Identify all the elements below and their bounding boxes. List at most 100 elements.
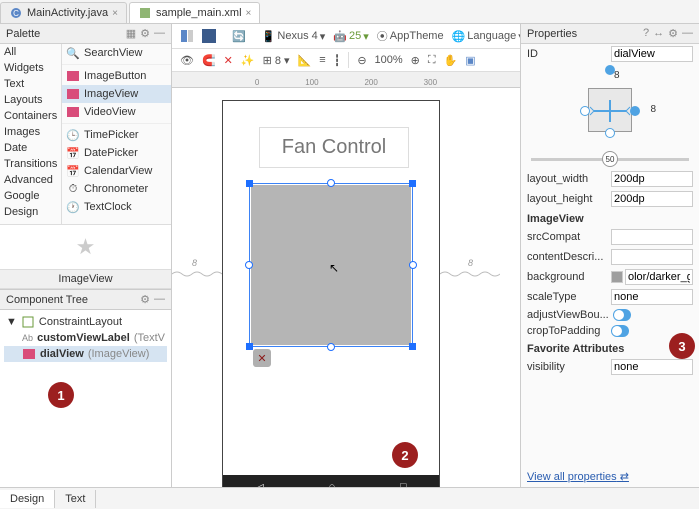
api-select[interactable]: 🤖25▾ <box>331 29 370 44</box>
gear-icon[interactable]: ⚙ <box>140 27 150 40</box>
palette-item[interactable]: 🔍SearchView <box>62 44 171 62</box>
palette-item[interactable]: 📅DatePicker <box>62 144 171 162</box>
collapse-icon[interactable]: — <box>154 293 165 306</box>
visibility-select[interactable] <box>611 359 693 375</box>
tree-item[interactable]: Ab customViewLabel customViewLabel (Text… <box>4 330 167 346</box>
resize-handle[interactable] <box>409 343 416 350</box>
palette-item[interactable]: VideoView <box>62 103 171 121</box>
language-select[interactable]: 🌐Language▾ <box>450 29 520 44</box>
svg-text:C: C <box>13 9 19 18</box>
palette-item[interactable]: ImageButton <box>62 67 171 85</box>
expand-icon[interactable]: ↔ <box>653 27 664 40</box>
prop-label: contentDescri... <box>527 251 607 263</box>
orientation-icon[interactable]: 🔄 <box>230 29 248 44</box>
tab-main-activity[interactable]: C MainActivity.java × <box>0 2 127 23</box>
design-canvas[interactable]: 0100200300 8 8 Fan Control <box>172 72 520 487</box>
theme-select[interactable]: ⦿AppTheme <box>375 27 446 45</box>
zoom-in-icon[interactable]: ⊕ <box>409 53 422 68</box>
bias-slider[interactable]: 50 <box>521 156 699 163</box>
zoom-out-icon[interactable]: ⊖ <box>355 53 368 68</box>
close-icon[interactable]: × <box>246 8 252 19</box>
palette-cat[interactable]: Text <box>0 76 61 92</box>
resize-handle[interactable] <box>409 180 416 187</box>
palette-cat[interactable]: Transitions <box>0 156 61 172</box>
palette-cat[interactable]: Advanced <box>0 172 61 188</box>
adjustviewbounds-toggle[interactable] <box>613 309 631 321</box>
custom-view-label[interactable]: Fan Control <box>259 127 409 168</box>
expand-icon[interactable]: ▼ <box>6 316 17 328</box>
contentdesc-input[interactable] <box>611 249 693 265</box>
id-input[interactable] <box>611 46 693 62</box>
tab-sample-main[interactable]: sample_main.xml × <box>129 2 260 23</box>
palette-cat[interactable]: Design <box>0 204 61 220</box>
croptopadding-toggle[interactable] <box>611 325 629 337</box>
grid-icon[interactable]: ▦ <box>126 27 136 40</box>
wand-icon[interactable]: ✨ <box>239 53 257 68</box>
palette-item[interactable]: ⏱Chronometer <box>62 180 171 198</box>
gear-icon[interactable]: ⚙ <box>668 27 678 40</box>
collapse-icon[interactable]: — <box>682 27 693 40</box>
palette-categories: All Widgets Text Layouts Containers Imag… <box>0 44 62 224</box>
magnet-icon[interactable]: 🧲 <box>200 53 218 68</box>
palette-preview-label: ImageView <box>0 270 171 289</box>
blueprint-icon[interactable] <box>200 28 218 44</box>
tree-root[interactable]: ▼ ConstraintLayout <box>4 314 167 330</box>
layout-height-input[interactable] <box>611 191 693 207</box>
palette-cat[interactable]: Google <box>0 188 61 204</box>
zoom-value[interactable]: 100% <box>373 53 405 67</box>
constraint-anchor[interactable] <box>409 261 417 269</box>
settings-icon[interactable]: ▣ <box>463 53 477 68</box>
palette-preview: ★ <box>0 224 171 270</box>
delete-constraint-button[interactable]: ✕ <box>253 349 271 367</box>
tab-text[interactable]: Text <box>55 490 96 508</box>
palette-item[interactable]: 📅CalendarView <box>62 162 171 180</box>
resize-handle[interactable] <box>246 180 253 187</box>
close-icon[interactable]: × <box>112 8 118 19</box>
palette-item[interactable]: 🕒TimePicker <box>62 126 171 144</box>
device-select[interactable]: 📱Nexus 4▾ <box>260 29 328 44</box>
eye-icon[interactable]: 👁 <box>178 53 196 68</box>
tab-design[interactable]: Design <box>0 490 55 508</box>
help-icon[interactable]: ? <box>643 27 649 40</box>
palette-cat[interactable]: Widgets <box>0 60 61 76</box>
palette-cat[interactable]: Date <box>0 140 61 156</box>
ruler: 0100200300 <box>172 72 520 88</box>
datepicker-icon: 📅 <box>66 146 80 160</box>
color-swatch[interactable] <box>611 271 623 283</box>
srccompat-input[interactable] <box>611 229 693 245</box>
fit-icon[interactable]: ⛶ <box>426 53 438 68</box>
editor-tabs: C MainActivity.java × sample_main.xml × <box>0 0 699 24</box>
tree-item-selected[interactable]: dialView (ImageView) <box>4 346 167 362</box>
scaletype-select[interactable] <box>611 289 693 305</box>
prop-label: srcCompat <box>527 231 607 243</box>
view-mode-icon[interactable] <box>178 28 196 44</box>
imagebutton-icon <box>66 69 80 83</box>
constraint-anchor[interactable] <box>327 179 335 187</box>
tab-label: sample_main.xml <box>156 7 242 19</box>
prop-label: ID <box>527 48 607 60</box>
view-all-properties-link[interactable]: View all properties ⇄ <box>521 466 699 487</box>
palette-cat[interactable]: Images <box>0 124 61 140</box>
constraint-widget[interactable]: 8 8 <box>560 70 660 150</box>
collapse-icon[interactable]: — <box>154 27 165 40</box>
resize-handle[interactable] <box>246 343 253 350</box>
design-toolbar-2: 👁 🧲 ✕ ✨ ⊞ 8 ▾ 📐 ≡ ┇ ⊖ 100% ⊕ ⛶ ✋ ▣ <box>172 49 520 72</box>
palette-cat[interactable]: All <box>0 44 61 60</box>
guideline-icon[interactable]: ┇ <box>332 53 343 68</box>
constraint-anchor[interactable] <box>327 343 335 351</box>
gear-icon[interactable]: ⚙ <box>140 293 150 306</box>
pack-icon[interactable]: 📐 <box>296 53 314 68</box>
constraint-anchor[interactable] <box>245 261 253 269</box>
prop-label: cropToPadding <box>527 325 607 337</box>
margin-select[interactable]: ⊞ 8 ▾ <box>261 53 292 68</box>
pan-icon[interactable]: ✋ <box>442 53 460 68</box>
background-input[interactable] <box>625 269 693 285</box>
palette-item-selected[interactable]: ImageView <box>62 85 171 103</box>
clear-icon[interactable]: ✕ <box>222 53 235 68</box>
constraint-top: 8 <box>614 70 620 81</box>
layout-width-input[interactable] <box>611 171 693 187</box>
palette-cat[interactable]: Containers <box>0 108 61 124</box>
palette-item[interactable]: 🕐TextClock <box>62 198 171 216</box>
align-icon[interactable]: ≡ <box>317 53 327 67</box>
palette-cat[interactable]: Layouts <box>0 92 61 108</box>
